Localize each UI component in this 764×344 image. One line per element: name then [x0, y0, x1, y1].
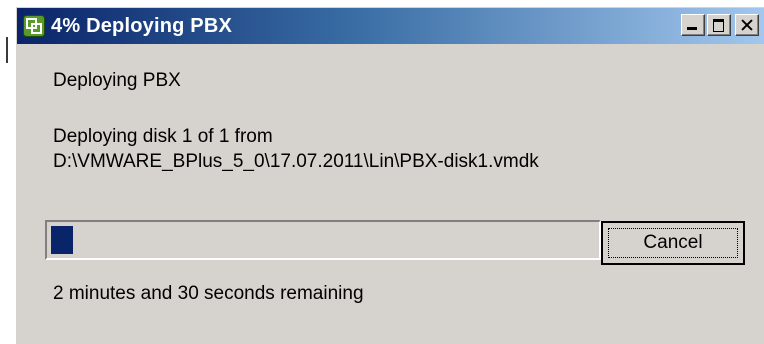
cancel-button[interactable]: Cancel	[601, 221, 745, 265]
progress-track	[51, 226, 595, 254]
operation-detail: Deploying disk 1 of 1 from	[53, 126, 273, 147]
caption-buttons	[681, 14, 759, 36]
time-remaining: 2 minutes and 30 seconds remaining	[53, 283, 364, 304]
background-window-mark	[6, 37, 8, 63]
background-window-edge	[0, 0, 16, 344]
deploy-progress-window: 4% Deploying PBX Deploying PBX Deploying…	[16, 7, 764, 344]
minimize-button[interactable]	[681, 14, 705, 36]
progress-bar	[45, 220, 601, 260]
maximize-button[interactable]	[707, 14, 731, 36]
close-button[interactable]	[735, 14, 759, 36]
window-title: 4% Deploying PBX	[51, 14, 233, 37]
cancel-button-label: Cancel	[643, 232, 703, 253]
progress-fill	[51, 226, 73, 254]
vsphere-app-icon	[23, 15, 45, 37]
title-bar[interactable]: 4% Deploying PBX	[17, 8, 764, 44]
operation-heading: Deploying PBX	[53, 70, 181, 91]
source-file-path: D:\VMWARE_BPlus_5_0\17.07.2011\Lin\PBX-d…	[53, 151, 539, 172]
screenshot: 4% Deploying PBX Deploying PBX Deploying…	[0, 0, 764, 344]
